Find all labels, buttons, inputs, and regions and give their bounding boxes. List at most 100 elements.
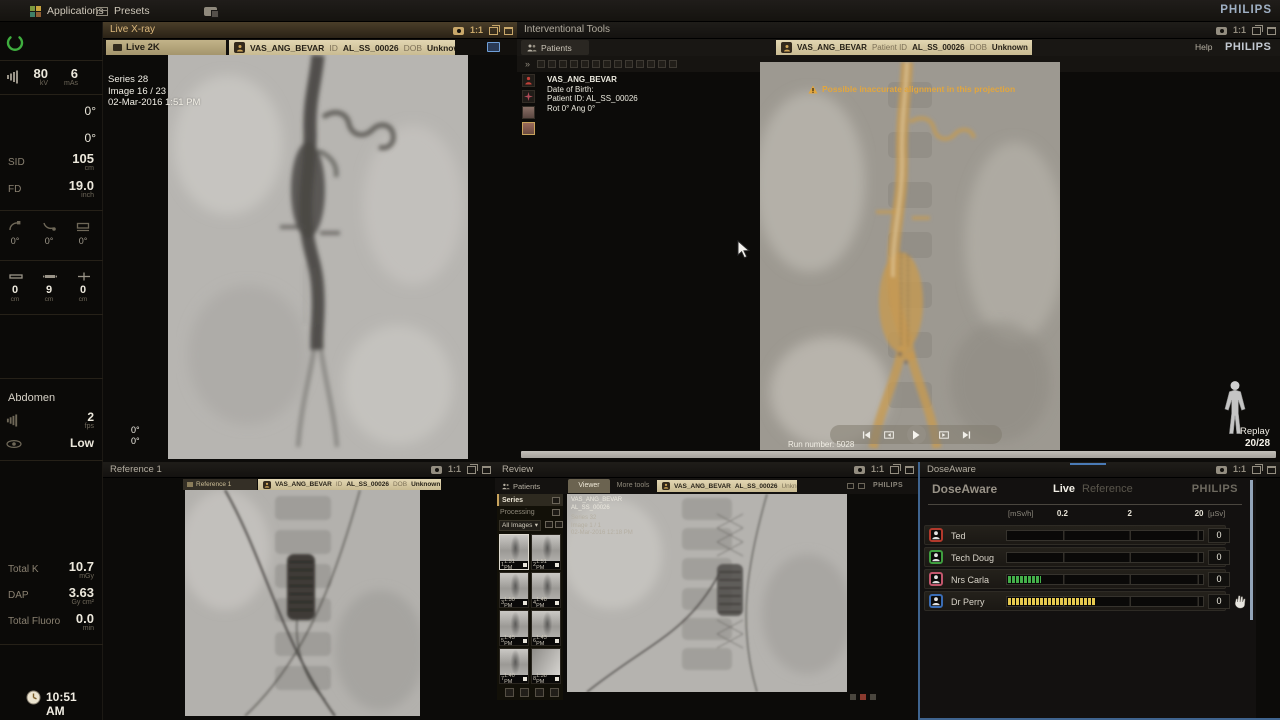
tool-icon[interactable] (603, 60, 611, 68)
tab-reference[interactable]: Reference (1082, 483, 1133, 495)
patient-banner[interactable]: VAS_ANG_BEVAR ID AL_SS_00026 DOB Unknown (258, 479, 441, 490)
sort-icon[interactable] (545, 521, 553, 528)
zoom-1-1-label[interactable]: 1:1 (1233, 465, 1246, 474)
tab-more-tools[interactable]: More tools (613, 479, 653, 493)
camera-icon[interactable] (453, 27, 464, 35)
arrow-icon[interactable] (858, 483, 865, 489)
maximize-icon[interactable] (504, 27, 513, 35)
previous-frame-icon[interactable] (884, 430, 894, 440)
processing-button[interactable]: Processing (497, 506, 563, 518)
horizontal-scrollbar[interactable] (521, 451, 1276, 458)
series-thumbnail[interactable]: 21:51 PM (531, 534, 561, 570)
expand-icon[interactable]: » (525, 59, 530, 69)
patient-id: AL_SS_00026 (912, 43, 964, 52)
next-frame-icon[interactable] (939, 430, 949, 440)
live-xray-titlebar[interactable]: Live X-ray 1:1 (103, 22, 517, 39)
dose-row[interactable]: Ted0 (924, 525, 1226, 545)
tool-icon[interactable] (669, 60, 677, 68)
tab-live[interactable]: Live (1053, 483, 1075, 495)
patient-banner[interactable]: VAS_ANG_BEVAR Patient ID AL_SS_00026 DOB… (776, 40, 1032, 55)
interventional-titlebar[interactable]: Interventional Tools 1:1 (517, 22, 1280, 39)
tool-icon[interactable] (592, 60, 600, 68)
vertical-scrollbar[interactable] (1250, 480, 1253, 620)
system-icon[interactable] (847, 483, 854, 489)
series-thumbnail[interactable]: 61:43 PM (531, 610, 561, 646)
camera-icon[interactable] (431, 466, 442, 474)
tool-icon[interactable] (658, 60, 666, 68)
skip-to-start-icon[interactable] (862, 430, 871, 440)
series-thumbnail[interactable]: 81:38 PM (531, 648, 561, 684)
patient-banner[interactable]: VAS_ANG_BEVAR AL_SS_00026 Unknown (657, 480, 797, 492)
snapshot-icon[interactable] (550, 688, 559, 697)
reference-viewport[interactable] (185, 490, 420, 716)
scale-ticks: 0.2220 (1005, 509, 1203, 521)
doseaware-titlebar[interactable]: DoseAware 1:1 (920, 462, 1280, 478)
camera-icon[interactable] (1216, 27, 1227, 35)
restore-icon[interactable] (890, 466, 899, 474)
fluoro-flavor-value[interactable]: Low (54, 436, 94, 450)
zoom-1-1-button[interactable]: 1:1 (470, 26, 483, 35)
restore-icon[interactable] (1252, 466, 1261, 474)
tab-viewer[interactable]: Viewer (568, 479, 610, 493)
snapshot-button[interactable] (204, 0, 217, 22)
tool-icon[interactable] (570, 60, 578, 68)
maximize-icon[interactable] (905, 466, 914, 474)
maximize-icon[interactable] (1267, 27, 1276, 35)
camera-icon[interactable] (854, 466, 865, 474)
image-filter-dropdown[interactable]: All Images▾ (499, 520, 541, 531)
restore-icon[interactable] (1252, 27, 1261, 35)
help-link[interactable]: Help (1195, 42, 1212, 52)
play-button[interactable] (907, 425, 926, 444)
grid-icon[interactable] (555, 521, 563, 528)
roadmap-thumbnail[interactable] (522, 106, 535, 119)
table-lateral-icon (77, 272, 91, 281)
maximize-icon[interactable] (482, 466, 491, 474)
applications-button[interactable]: Applications (30, 0, 104, 22)
zoom-1-1-button[interactable]: 1:1 (448, 465, 461, 474)
patient-marker-icon[interactable] (522, 74, 535, 87)
send-to-monitor-icon[interactable] (487, 42, 500, 52)
tool-icon[interactable] (537, 60, 545, 68)
restore-icon[interactable] (489, 27, 498, 35)
series-list-button[interactable]: Series (497, 494, 563, 506)
tool-icon[interactable] (636, 60, 644, 68)
tool-icon[interactable] (581, 60, 589, 68)
camera-icon[interactable] (1216, 466, 1227, 474)
live-xray-viewport[interactable] (168, 55, 468, 459)
select-icon[interactable] (505, 688, 514, 697)
reference-titlebar[interactable]: Reference 1 1:1 (103, 462, 495, 478)
standby-icon[interactable] (6, 34, 24, 52)
review-viewport[interactable]: VAS_ANG_BEVAR AL_SS_00026 Series 32 Imag… (567, 494, 847, 692)
tab-reference-1[interactable]: Reference 1 (183, 479, 257, 490)
dose-row[interactable]: Dr Perry0 (924, 591, 1226, 611)
tool-icon[interactable] (548, 60, 556, 68)
protocol-label[interactable]: Abdomen (8, 392, 55, 404)
roadmap-thumbnail-selected[interactable] (522, 122, 535, 135)
maximize-icon[interactable] (1267, 466, 1276, 474)
restore-icon[interactable] (467, 466, 476, 474)
export-icon[interactable] (520, 688, 529, 697)
tool-icon[interactable] (559, 60, 567, 68)
tab-live-2k[interactable]: Live 2K (106, 40, 226, 55)
skip-to-end-icon[interactable] (962, 430, 971, 440)
review-titlebar[interactable]: Review 1:1 (495, 462, 918, 478)
tool-icon[interactable] (614, 60, 622, 68)
dose-row[interactable]: Nrs Carla0 (924, 569, 1226, 589)
vessel-marker-icon[interactable] (522, 90, 535, 103)
presets-button[interactable]: Presets (96, 0, 150, 22)
zoom-1-1-button[interactable]: 1:1 (871, 465, 884, 474)
patients-tab[interactable]: Patients (498, 480, 544, 492)
zoom-1-1-button[interactable]: 1:1 (1233, 26, 1246, 35)
patients-tab[interactable]: Patients (521, 40, 589, 55)
series-thumbnail[interactable]: 41:48 PM (531, 572, 561, 608)
series-thumbnail[interactable]: 51:45 PM (499, 610, 529, 646)
series-thumbnail[interactable]: 11:51 PM (499, 534, 529, 570)
series-thumbnail[interactable]: 31:50 PM (499, 572, 529, 608)
print-icon[interactable] (535, 688, 544, 697)
dose-row[interactable]: Tech Doug0 (924, 547, 1226, 567)
tool-icon[interactable] (625, 60, 633, 68)
vessel-navigator-viewport[interactable]: Possible inaccurate alignment in this pr… (760, 62, 1060, 450)
patient-banner[interactable]: VAS_ANG_BEVAR ID AL_SS_00026 DOB Unknown (229, 40, 455, 55)
series-thumbnail[interactable]: 71:40 PM (499, 648, 529, 684)
tool-icon[interactable] (647, 60, 655, 68)
